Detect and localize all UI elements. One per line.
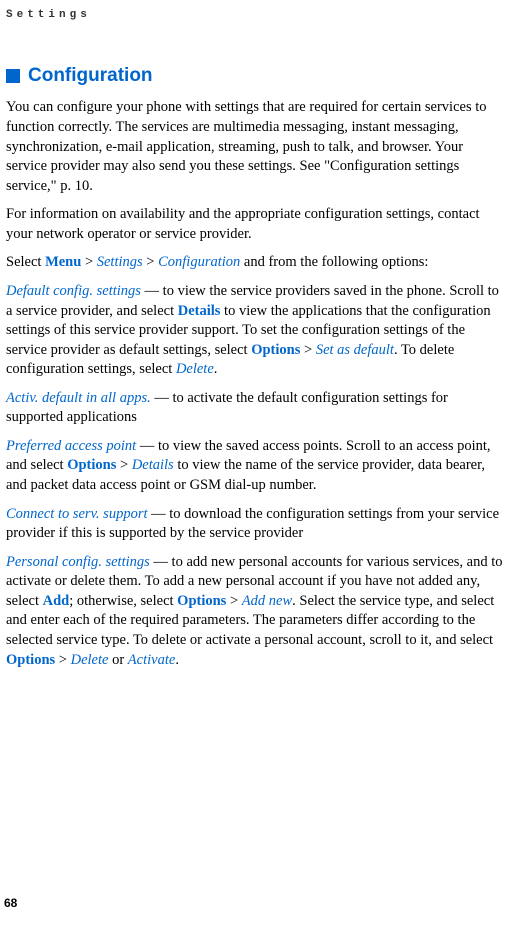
page-header: Settings [6, 8, 504, 23]
options-link: Options [177, 593, 226, 609]
details-link: Details [178, 303, 221, 319]
connect-serv-label: Connect to serv. support [6, 506, 148, 522]
section-title-row: Configuration [6, 63, 504, 89]
options-link: Options [67, 457, 116, 473]
period: . [175, 652, 179, 668]
separator: > [81, 254, 96, 270]
configuration-link: Configuration [158, 254, 240, 270]
separator: > [116, 457, 131, 473]
period: . [214, 361, 218, 377]
preferred-ap-paragraph: Preferred access point — to view the sav… [6, 437, 504, 496]
info-paragraph: For information on availability and the … [6, 205, 504, 244]
options-link: Options [251, 342, 300, 358]
text: Select [6, 254, 45, 270]
default-config-label: Default config. settings [6, 283, 141, 299]
preferred-ap-label: Preferred access point [6, 438, 136, 454]
personal-config-paragraph: Personal config. settings — to add new p… [6, 553, 504, 670]
add-link: Add [43, 593, 70, 609]
text: ; otherwise, select [69, 593, 177, 609]
personal-config-label: Personal config. settings [6, 554, 150, 570]
activate-link: Activate [128, 652, 176, 668]
section-heading: Configuration [28, 63, 153, 89]
text: and from the following options: [240, 254, 428, 270]
text: or [108, 652, 127, 668]
activ-default-label: Activ. default in all apps. [6, 390, 151, 406]
select-paragraph: Select Menu > Settings > Configuration a… [6, 253, 504, 273]
delete-link: Delete [176, 361, 214, 377]
settings-link: Settings [97, 254, 143, 270]
section-bullet-icon [6, 69, 20, 83]
options-link: Options [6, 652, 55, 668]
set-as-default-link: Set as default [316, 342, 394, 358]
intro-paragraph: You can configure your phone with settin… [6, 98, 504, 196]
default-config-paragraph: Default config. settings — to view the s… [6, 282, 504, 380]
separator: > [226, 593, 241, 609]
delete-link: Delete [71, 652, 109, 668]
separator: > [55, 652, 70, 668]
menu-link: Menu [45, 254, 81, 270]
add-new-link: Add new [242, 593, 292, 609]
page-number: 68 [4, 895, 17, 911]
separator: > [300, 342, 315, 358]
details-link: Details [132, 457, 174, 473]
activ-default-paragraph: Activ. default in all apps. — to activat… [6, 389, 504, 428]
connect-serv-paragraph: Connect to serv. support — to download t… [6, 505, 504, 544]
separator: > [143, 254, 158, 270]
